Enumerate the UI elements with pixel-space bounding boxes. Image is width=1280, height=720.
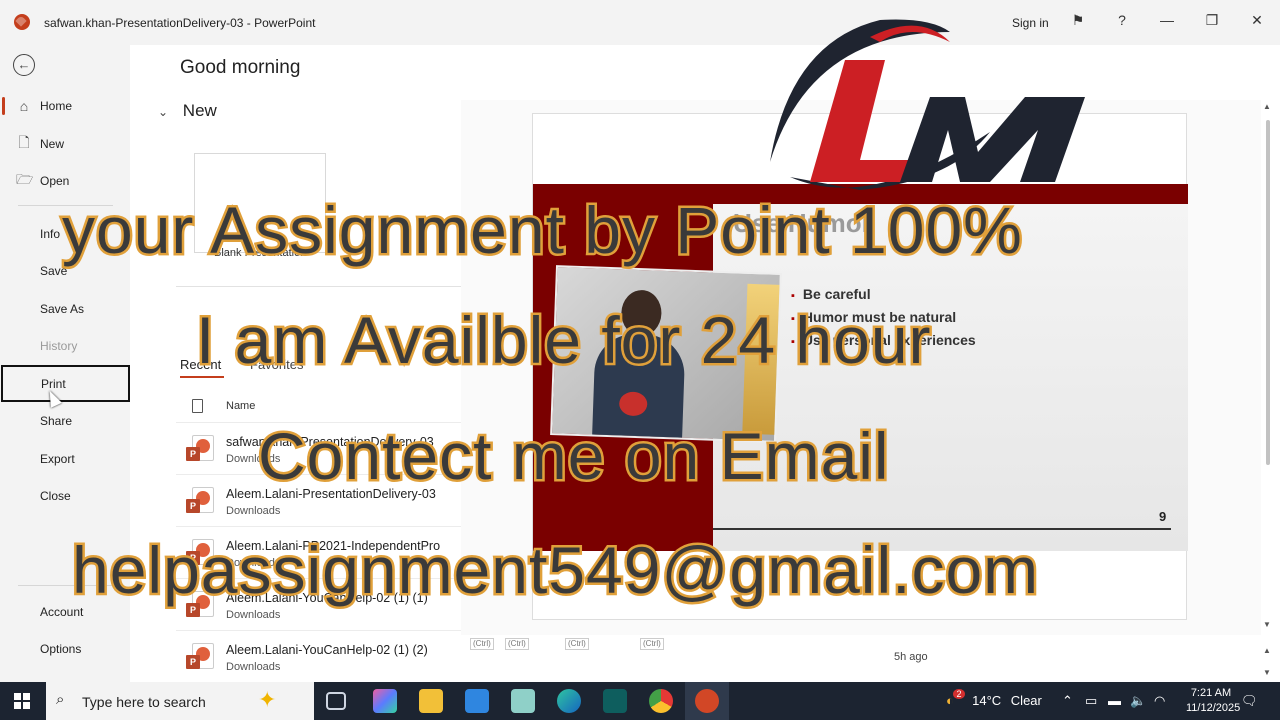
window-title: safwan.khan-PresentationDelivery-03 - Po… (44, 16, 316, 30)
slide-footer-line (713, 528, 1171, 530)
copilot-icon[interactable] (373, 689, 397, 713)
clock-date: 11/12/2025 (1186, 702, 1241, 714)
terminal-app-icon[interactable] (603, 689, 627, 713)
windows-taskbar: ⌕ Type here to search ✦ ◐ 2 14°C Clear ⌃… (0, 682, 1280, 720)
folder-open-icon: 🗁 (16, 171, 34, 187)
pptx-file-icon: P (186, 487, 214, 515)
overlay-text-line: I am Availble for 24 hour (194, 301, 934, 380)
sidebar-item-label: New (40, 137, 65, 151)
sidebar-item-label: Open (40, 174, 70, 188)
scroll-down-arrow-icon[interactable]: ▼ (1263, 620, 1271, 629)
restore-button[interactable]: ❐ (1202, 12, 1222, 29)
chevron-down-icon: ⌄ (158, 105, 169, 119)
overlay-text-line: Contect me on Email (256, 417, 892, 496)
powerpoint-taskbar-icon[interactable] (695, 689, 719, 713)
pptx-file-icon: P (186, 643, 214, 671)
search-placeholder: Type here to search (82, 694, 206, 710)
windows-start-icon[interactable] (14, 693, 30, 709)
sidebar-item-close[interactable]: Close (0, 481, 130, 511)
taskbar-search-box[interactable]: ⌕ Type here to search ✦ (46, 682, 314, 720)
sidebar-item-label: Home (40, 99, 73, 113)
slide-bullet: Be careful (791, 286, 871, 302)
recent-file-row[interactable]: P Aleem.Lalani-YouCanHelp-02 (1) (2) Dow… (176, 630, 476, 682)
sparkle-icon: ✦ (258, 687, 277, 712)
greeting-heading: Good morning (180, 57, 301, 78)
name-column-header[interactable]: Name (226, 400, 255, 412)
meet-now-icon[interactable]: ▭ (1085, 693, 1097, 709)
taskbar-clock[interactable]: 7:21 AM 11/12/2025 (1186, 686, 1241, 716)
file-modified-time: 5h ago (894, 651, 928, 663)
sidebar-item-label: Info (40, 227, 61, 241)
powerpoint-app-icon (14, 14, 30, 30)
sidebar-item-options[interactable]: Options (0, 634, 130, 664)
weather-condition: Clear (1010, 693, 1042, 708)
new-document-icon: 🗋 (18, 134, 30, 150)
file-explorer-icon[interactable] (419, 689, 443, 713)
file-location: Downloads (226, 505, 281, 517)
battery-icon[interactable]: ▬ (1108, 693, 1121, 708)
scroll-up-arrow-icon[interactable]: ▲ (1263, 646, 1271, 655)
wifi-icon[interactable]: ◠ (1154, 693, 1165, 709)
overlay-text-line: helpassignment549@gmail.com (69, 531, 1040, 610)
task-view-icon[interactable] (326, 692, 346, 710)
lm-logo-watermark (770, 19, 1085, 190)
back-arrow-icon[interactable]: ← (13, 54, 35, 76)
file-type-column-icon (192, 399, 203, 413)
sidebar-item-history: History (0, 331, 130, 361)
scrollbar-thumb[interactable] (1266, 120, 1270, 465)
paste-options-chip[interactable]: (Ctrl) (470, 638, 494, 650)
scroll-down-arrow-icon[interactable]: ▼ (1263, 668, 1271, 677)
sidebar-item-label: Save As (40, 302, 85, 316)
chrome-browser-icon[interactable] (649, 689, 673, 713)
paste-options-chip[interactable]: (Ctrl) (640, 638, 664, 650)
tray-overflow-chevron-icon[interactable]: ⌃ (1062, 693, 1073, 709)
weather-widget[interactable]: ◐ 2 14°C Clear (946, 689, 1042, 708)
microsoft-store-icon[interactable] (465, 689, 489, 713)
sidebar-item-label: Share (40, 414, 73, 428)
sidebar-item-new[interactable]: 🗋 New (0, 129, 130, 159)
section-divider (176, 286, 466, 287)
file-location: Downloads (226, 661, 281, 673)
search-icon: ⌕ (56, 691, 65, 708)
new-section-label: New (182, 101, 217, 120)
file-name: Aleem.Lalani-YouCanHelp-02 (1) (2) (226, 643, 428, 657)
weather-temperature: 14°C (972, 693, 1002, 708)
sidebar-item-home[interactable]: ⌂ Home (0, 91, 130, 121)
sidebar-item-save-as[interactable]: Save As (0, 294, 130, 324)
pptx-file-icon: P (186, 435, 214, 463)
app-icon[interactable] (511, 689, 535, 713)
volume-icon[interactable]: 🔈 (1130, 693, 1146, 709)
paste-options-chip[interactable]: (Ctrl) (505, 638, 529, 650)
overlay-text-line: your Assignment by Point 100% (60, 191, 1025, 270)
help-icon[interactable]: ? (1112, 12, 1132, 28)
scroll-up-arrow-icon[interactable]: ▲ (1263, 102, 1271, 111)
sidebar-item-print[interactable]: Print (1, 365, 130, 402)
sidebar-item-label: Options (40, 642, 82, 656)
sidebar-item-label: History (40, 339, 78, 353)
sidebar-item-share[interactable]: Share (0, 406, 130, 436)
edge-browser-icon[interactable] (557, 689, 581, 713)
minimize-button[interactable]: — (1157, 12, 1177, 28)
sidebar-item-export[interactable]: Export (0, 444, 130, 474)
close-window-button[interactable]: ✕ (1247, 12, 1267, 29)
sidebar-item-label: Close (40, 489, 71, 503)
paste-options-chip[interactable]: (Ctrl) (565, 638, 589, 650)
file-location: Downloads (226, 609, 281, 621)
slide-page-number: 9 (1159, 509, 1167, 524)
new-section-header[interactable]: ⌄ New (158, 101, 217, 121)
notifications-icon[interactable]: 🗨 (1241, 693, 1258, 709)
sidebar-item-label: Export (40, 452, 75, 466)
clock-time: 7:21 AM (1190, 687, 1232, 699)
home-icon: ⌂ (19, 98, 29, 114)
weather-alert-badge: 2 (953, 689, 965, 699)
